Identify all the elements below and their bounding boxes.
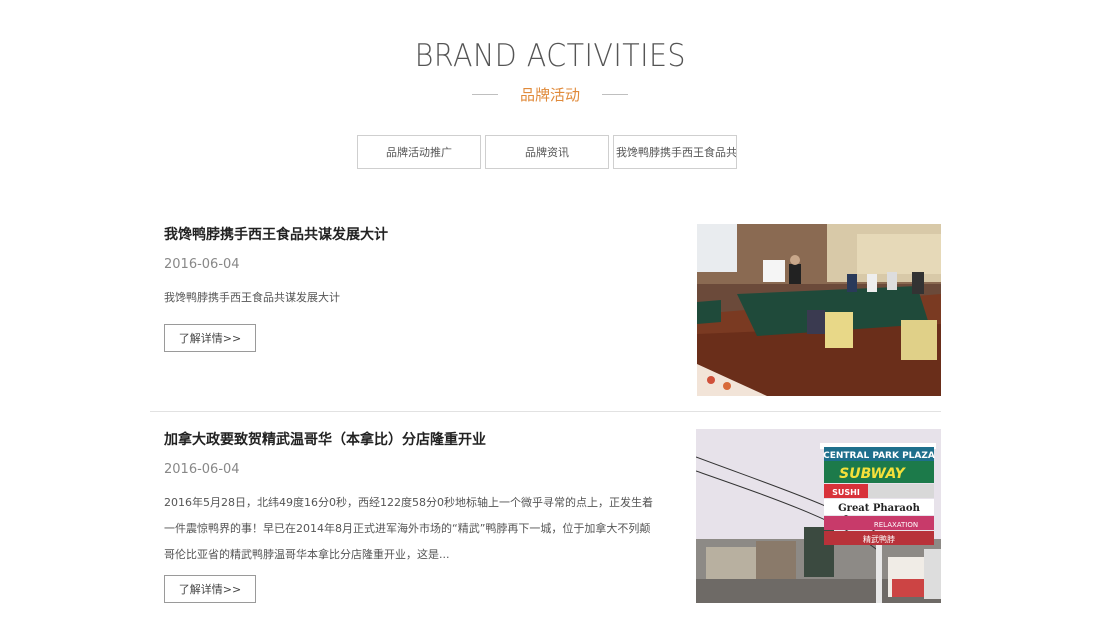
tab-xiwang-cooperation[interactable]: 我馋鸭脖携手西王食品共 [613, 135, 737, 169]
plaza-sign-photo: CENTRAL PARK PLAZA SUBWAY SUSHI Great Ph… [696, 429, 941, 603]
tab-brand-news[interactable]: 品牌资讯 [485, 135, 609, 169]
page-subtitle: 品牌活动 [519, 86, 580, 104]
article-divider [150, 411, 941, 412]
article-title[interactable]: 加拿大政要致贺精武温哥华（本拿比）分店隆重开业 [164, 429, 486, 449]
page-title: BRAND ACTIVITIES [414, 38, 686, 74]
category-tabs: 品牌活动推广 品牌资讯 我馋鸭脖携手西王食品共 [357, 135, 737, 169]
sign-jingwu-text: 精武鸭脖 [863, 534, 895, 544]
article-title[interactable]: 我馋鸭脖携手西王食品共谋发展大计 [164, 224, 388, 244]
tab-brand-promotion[interactable]: 品牌活动推广 [357, 135, 481, 169]
subtitle-left-line [471, 94, 498, 95]
article-date: 2016-06-04 [164, 257, 240, 272]
article-date: 2016-06-04 [164, 462, 240, 477]
article-summary: 我馋鸭脖携手西王食品共谋发展大计 [164, 291, 340, 304]
read-more-button[interactable]: 了解详情>> [164, 324, 256, 352]
meeting-room-photo [697, 224, 941, 396]
article-summary: 2016年5月28日，北纬49度16分0秒，西经122度58分0秒地标轴上一个微… [164, 496, 653, 561]
sign-plaza-text: CENTRAL PARK PLAZA [823, 451, 935, 461]
article-item-1: 我馋鸭脖携手西王食品共谋发展大计 2016-06-04 我馋鸭脖携手西王食品共谋… [150, 224, 941, 396]
article-item-2: 加拿大政要致贺精武温哥华（本拿比）分店隆重开业 2016-06-04 2016年… [150, 429, 941, 603]
section-header: BRAND ACTIVITIES 品牌活动 [0, 38, 1100, 105]
sign-relaxation-text: RELAXATION [874, 521, 918, 529]
sign-sushi-text: SUSHI [832, 488, 860, 497]
subtitle-right-line [602, 94, 628, 95]
sign-subway-text: SUBWAY [839, 466, 907, 482]
read-more-button[interactable]: 了解详情>> [164, 575, 256, 603]
article-image-meeting[interactable] [697, 224, 941, 396]
sign-pharaoh-text: Great Pharaoh [838, 503, 920, 514]
subtitle-row: 品牌活动 [0, 84, 1100, 105]
article-image-storefront[interactable]: CENTRAL PARK PLAZA SUBWAY SUSHI Great Ph… [696, 429, 941, 603]
